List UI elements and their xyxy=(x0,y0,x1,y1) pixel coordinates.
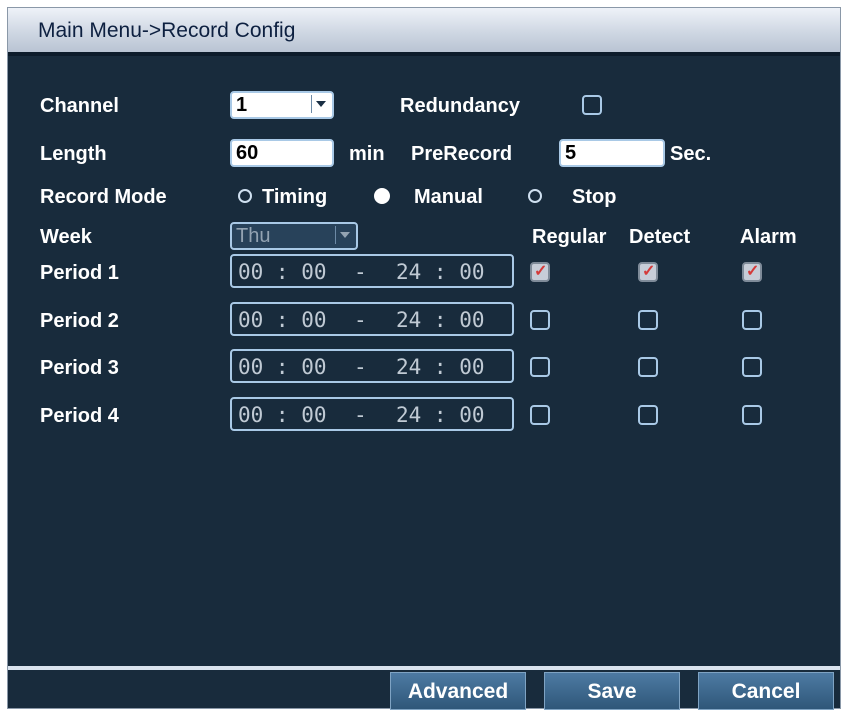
period-3-label: Period 3 xyxy=(40,357,119,379)
period-1-label: Period 1 xyxy=(40,262,119,284)
redundancy-checkbox[interactable] xyxy=(582,95,602,115)
period-3-alarm-checkbox[interactable] xyxy=(742,357,762,377)
radio-timing-label: Timing xyxy=(262,186,328,208)
period-1-end[interactable]: 24 : 00 xyxy=(396,260,485,284)
period-4-end[interactable]: 24 : 00 xyxy=(396,403,485,427)
length-label: Length xyxy=(40,143,107,165)
radio-manual[interactable] xyxy=(374,188,390,204)
prerecord-input[interactable]: 5 xyxy=(559,139,665,167)
period-2-label: Period 2 xyxy=(40,310,119,332)
period-2-start[interactable]: 00 : 00 xyxy=(238,308,327,332)
length-value: 60 xyxy=(236,142,259,164)
period-1-alarm-checkbox[interactable] xyxy=(742,261,762,282)
column-alarm: Alarm xyxy=(740,226,797,248)
period-1-detect-checkbox[interactable] xyxy=(638,261,658,282)
week-label: Week xyxy=(40,226,92,248)
footer-divider xyxy=(8,666,840,670)
prerecord-label: PreRecord xyxy=(411,143,513,165)
period-4-regular-checkbox[interactable] xyxy=(530,405,550,425)
period-2-alarm-checkbox[interactable] xyxy=(742,310,762,330)
period-3-sep: - xyxy=(354,355,367,379)
period-2-detect-checkbox[interactable] xyxy=(638,310,658,330)
redundancy-label: Redundancy xyxy=(400,95,521,117)
column-regular: Regular xyxy=(532,226,607,248)
week-value: Thu xyxy=(236,225,271,247)
period-4-sep: - xyxy=(354,403,367,427)
chevron-down-icon[interactable] xyxy=(311,95,330,113)
period-1-start[interactable]: 00 : 00 xyxy=(238,260,327,284)
advanced-button[interactable]: Advanced xyxy=(390,672,526,710)
period-1-time[interactable]: 00 : 00 - 24 : 00 xyxy=(230,254,514,288)
period-4-detect-checkbox[interactable] xyxy=(638,405,658,425)
record-config-window: Main Menu->Record Config Channel 1 Redun… xyxy=(8,8,840,710)
period-4-alarm-checkbox[interactable] xyxy=(742,405,762,425)
channel-value: 1 xyxy=(236,94,248,116)
period-2-sep: - xyxy=(354,308,367,332)
channel-select[interactable]: 1 xyxy=(230,91,334,119)
cancel-button[interactable]: Cancel xyxy=(698,672,834,710)
week-select[interactable]: Thu xyxy=(230,222,358,250)
period-2-regular-checkbox[interactable] xyxy=(530,310,550,330)
period-1-sep: - xyxy=(354,260,367,284)
period-3-start[interactable]: 00 : 00 xyxy=(238,355,327,379)
radio-stop[interactable] xyxy=(528,189,542,203)
length-unit: min xyxy=(349,143,385,165)
period-2-time[interactable]: 00 : 00 - 24 : 00 xyxy=(230,302,514,336)
chevron-down-icon[interactable] xyxy=(335,226,354,244)
length-input[interactable]: 60 xyxy=(230,139,334,167)
title-bar: Main Menu->Record Config xyxy=(8,8,840,56)
record-mode-label: Record Mode xyxy=(40,186,167,208)
period-1-regular-checkbox[interactable] xyxy=(530,261,550,282)
period-3-regular-checkbox[interactable] xyxy=(530,357,550,377)
prerecord-unit: Sec. xyxy=(670,143,712,165)
period-4-label: Period 4 xyxy=(40,405,119,427)
radio-manual-label: Manual xyxy=(414,186,483,208)
column-detect: Detect xyxy=(629,226,691,248)
period-2-end[interactable]: 24 : 00 xyxy=(396,308,485,332)
period-4-time[interactable]: 00 : 00 - 24 : 00 xyxy=(230,397,514,431)
radio-stop-label: Stop xyxy=(572,186,617,208)
channel-label: Channel xyxy=(40,95,119,117)
radio-timing[interactable] xyxy=(238,189,252,203)
save-button[interactable]: Save xyxy=(544,672,680,710)
period-3-end[interactable]: 24 : 00 xyxy=(396,355,485,379)
period-3-time[interactable]: 00 : 00 - 24 : 00 xyxy=(230,349,514,383)
window-title: Main Menu->Record Config xyxy=(38,19,296,42)
period-3-detect-checkbox[interactable] xyxy=(638,357,658,377)
prerecord-value: 5 xyxy=(565,142,577,164)
period-4-start[interactable]: 00 : 00 xyxy=(238,403,327,427)
